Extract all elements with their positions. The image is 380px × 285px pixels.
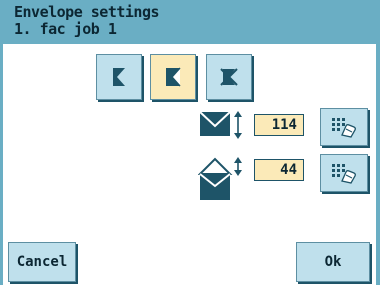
flap-right-icon — [166, 67, 181, 87]
flap-disabled-icon — [220, 68, 238, 86]
title-bar: Envelope settings 1. fac job 1 — [0, 0, 380, 44]
flap-right-button[interactable] — [150, 54, 196, 100]
edit-envelope-height-button[interactable] — [320, 108, 368, 146]
envelope-height-field[interactable]: 114 — [254, 114, 304, 136]
flap-height-icon — [198, 157, 242, 200]
edit-flap-height-button[interactable] — [320, 154, 368, 192]
cancel-button[interactable]: Cancel — [8, 242, 76, 282]
flap-disabled-button[interactable] — [206, 54, 252, 100]
page-title: Envelope settings — [14, 3, 160, 21]
envelope-height-icon — [200, 111, 242, 139]
flap-left-icon — [113, 68, 125, 86]
ok-button[interactable]: Ok — [296, 242, 370, 282]
frame-right — [376, 44, 380, 285]
job-name: 1. fac job 1 — [14, 20, 117, 38]
keypad-edit-icon — [332, 118, 356, 138]
keypad-edit-icon — [332, 164, 356, 184]
flap-left-button[interactable] — [96, 54, 142, 100]
frame-left — [0, 44, 3, 285]
flap-height-field[interactable]: 44 — [254, 159, 304, 181]
